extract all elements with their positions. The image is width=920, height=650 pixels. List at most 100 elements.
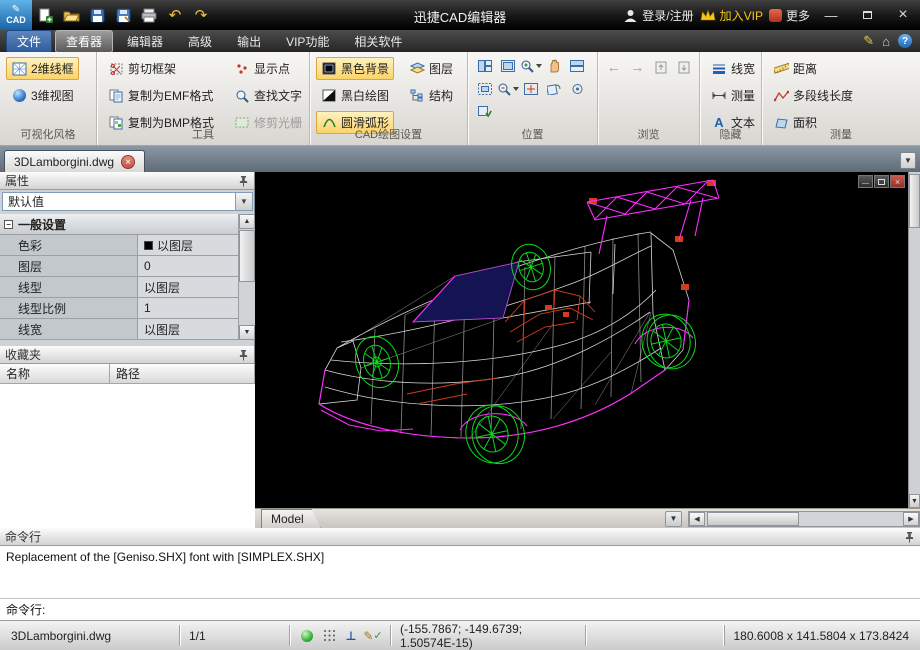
- scroll-down-button[interactable]: ▼: [909, 494, 920, 508]
- property-row-lineweight[interactable]: 线宽 以图层: [0, 319, 238, 340]
- model-tab[interactable]: Model: [261, 509, 321, 528]
- property-row-linetype-scale[interactable]: 线型比例 1: [0, 298, 238, 319]
- scroll-left-button[interactable]: ◀: [689, 511, 705, 526]
- viewport-vertical-scrollbar[interactable]: ▼: [908, 172, 920, 508]
- viewport-single-button[interactable]: [497, 56, 519, 76]
- bw-drawing-icon: [321, 88, 337, 103]
- tab-viewer[interactable]: 查看器: [55, 29, 114, 53]
- properties-pin-button[interactable]: [238, 175, 249, 187]
- find-text-button[interactable]: 查找文字: [229, 84, 307, 107]
- show-points-button[interactable]: 显示点: [229, 57, 307, 80]
- favorites-pin-button[interactable]: [238, 349, 249, 361]
- tab-editor[interactable]: 编辑器: [116, 30, 174, 53]
- scrollbar-thumb[interactable]: [707, 511, 799, 526]
- viewport-split-button[interactable]: [474, 56, 496, 76]
- tab-file[interactable]: 文件: [6, 29, 53, 53]
- copy-emf-button[interactable]: 复制为EMF格式: [103, 84, 219, 107]
- help-icon[interactable]: ?: [898, 34, 912, 48]
- linewidth-toggle-button[interactable]: 线宽: [706, 57, 760, 80]
- zoom-extents-icon: [524, 83, 538, 95]
- browse-forward-button[interactable]: →: [628, 57, 648, 77]
- viewport-hsplit-button[interactable]: [566, 56, 588, 76]
- clip-frame-button[interactable]: 剪切框架: [103, 57, 219, 80]
- grid-snap-icon[interactable]: [321, 628, 337, 644]
- redo-button[interactable]: ↷: [188, 3, 214, 27]
- preset-dropdown-icon[interactable]: ▼: [235, 193, 252, 210]
- property-grid-scrollbar[interactable]: ▲ ▼: [238, 214, 255, 340]
- ribbon-group-measure: 距离 多段线长度 面积 测量: [762, 52, 920, 145]
- distance-button[interactable]: 距离: [768, 57, 858, 80]
- undo-button[interactable]: ↶: [162, 3, 188, 27]
- zoom-out-button[interactable]: [497, 79, 519, 99]
- zoom-extents-button[interactable]: [520, 79, 542, 99]
- property-row-linetype[interactable]: 线型 以图层: [0, 277, 238, 298]
- browse-page-down-button[interactable]: [675, 57, 695, 77]
- favorites-col-name[interactable]: 名称: [0, 364, 110, 384]
- document-tab[interactable]: 3DLamborgini.dwg ×: [4, 150, 146, 172]
- tab-vip-features[interactable]: VIP功能: [275, 30, 340, 53]
- tab-related-software[interactable]: 相关软件: [343, 30, 413, 53]
- minimize-button[interactable]: —: [816, 3, 846, 27]
- pan-button[interactable]: [543, 56, 565, 76]
- view-confirm-button[interactable]: [474, 102, 496, 122]
- render-mode-icon[interactable]: [299, 628, 315, 644]
- save-button[interactable]: [84, 3, 110, 27]
- more-button[interactable]: 更多: [768, 7, 810, 24]
- undo-icon: ↶: [168, 7, 182, 24]
- 2d-wireframe-button[interactable]: 2维线框: [6, 57, 79, 80]
- 3d-view-button[interactable]: 3维视图: [6, 84, 79, 107]
- login-button[interactable]: 登录/注册: [623, 7, 694, 24]
- viewport-restore-button[interactable]: [874, 175, 889, 188]
- scroll-right-button[interactable]: ▶: [903, 511, 919, 526]
- tab-close-icon[interactable]: ×: [121, 154, 136, 169]
- home-icon[interactable]: ⌂: [882, 34, 890, 49]
- zoom-in-button[interactable]: [520, 56, 542, 76]
- open-file-button[interactable]: [58, 3, 84, 27]
- new-file-button[interactable]: [32, 3, 58, 27]
- command-pin-button[interactable]: [904, 531, 915, 543]
- scroll-up-button[interactable]: ▲: [239, 214, 255, 229]
- measure-toggle-button[interactable]: 测量: [706, 84, 760, 107]
- property-row-layer[interactable]: 图层 0: [0, 256, 238, 277]
- property-row-color[interactable]: 色彩 以图层: [0, 235, 238, 256]
- layout-dropdown-button[interactable]: ▼: [665, 510, 682, 527]
- viewport-horizontal-scrollbar[interactable]: ◀ ▶: [688, 510, 920, 527]
- viewport-minimize-button[interactable]: —: [858, 175, 873, 188]
- join-vip-button[interactable]: 加入VIP: [700, 7, 763, 24]
- app-logo-icon[interactable]: ✎ CAD: [0, 0, 32, 30]
- scrollbar-thumb[interactable]: [239, 230, 255, 282]
- structure-button[interactable]: 结构: [404, 84, 458, 107]
- save-as-button[interactable]: [110, 3, 136, 27]
- status-toggle-icons: ⊥ ✎ ✓: [290, 625, 391, 646]
- layers-button[interactable]: 图层: [404, 57, 458, 80]
- ortho-mode-icon[interactable]: ⊥: [343, 628, 359, 644]
- black-background-button[interactable]: 黑色背景: [316, 57, 395, 80]
- tab-output[interactable]: 输出: [226, 30, 272, 53]
- scroll-down-button[interactable]: ▼: [239, 325, 255, 340]
- edit-mode-icon[interactable]: ✎ ✓: [363, 628, 382, 644]
- print-button[interactable]: [136, 3, 162, 27]
- model-canvas[interactable]: — ×: [255, 172, 908, 508]
- viewport-frame-button[interactable]: [474, 79, 496, 99]
- favorites-list[interactable]: [0, 384, 255, 528]
- collapse-icon[interactable]: −: [4, 219, 13, 229]
- property-section-row[interactable]: − 一般设置: [0, 214, 238, 235]
- tab-scroll-button[interactable]: ▼: [900, 152, 916, 169]
- forward-icon: →: [630, 59, 645, 75]
- rotate-view-button[interactable]: [543, 79, 565, 99]
- command-input-row[interactable]: 命令行:: [0, 599, 920, 621]
- browse-page-up-button[interactable]: [651, 57, 671, 77]
- view-target-button[interactable]: [566, 79, 588, 99]
- favorites-col-path[interactable]: 路径: [110, 364, 255, 384]
- property-preset-dropdown[interactable]: 默认值 ▼: [2, 192, 253, 211]
- polyline-length-button[interactable]: 多段线长度: [768, 84, 858, 107]
- open-folder-icon: [62, 11, 80, 21]
- close-button[interactable]: ×: [888, 3, 918, 27]
- viewport-close-button[interactable]: ×: [890, 175, 905, 188]
- scrollbar-thumb[interactable]: [909, 174, 920, 228]
- maximize-button[interactable]: [852, 3, 882, 27]
- annotate-pencil-icon[interactable]: ✎: [863, 33, 874, 49]
- bw-drawing-button[interactable]: 黑白绘图: [316, 84, 394, 107]
- tab-advanced[interactable]: 高级: [177, 30, 223, 53]
- browse-back-button[interactable]: ←: [604, 57, 624, 77]
